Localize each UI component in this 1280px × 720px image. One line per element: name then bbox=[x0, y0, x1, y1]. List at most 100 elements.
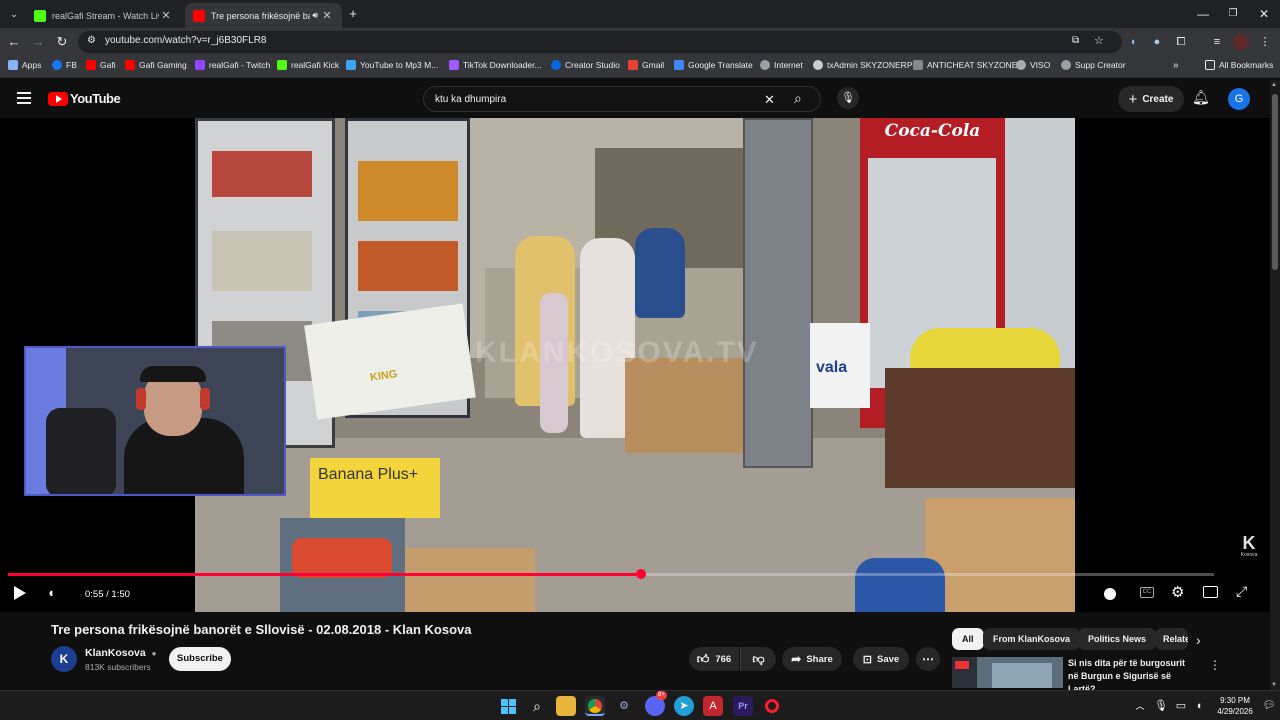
notifications-bell-icon[interactable]: 🔔︎ bbox=[1192, 89, 1210, 106]
chrome-taskbar-icon[interactable] bbox=[585, 696, 605, 716]
bookmark-viso[interactable]: VISO bbox=[1016, 60, 1050, 70]
network-tray-icon[interactable]: ▭ bbox=[1171, 696, 1191, 716]
extensions-puzzle-icon[interactable]: ⧠ bbox=[1173, 34, 1189, 50]
discord-icon[interactable]: 9+ bbox=[645, 691, 667, 716]
forward-icon[interactable]: → bbox=[28, 32, 48, 52]
tab-realgafi-stream[interactable]: realGafi Stream - Watch Live on Kick ✕ bbox=[26, 3, 181, 28]
like-button[interactable]: 👍︎ 766 bbox=[689, 647, 739, 671]
chrome-menu-icon[interactable]: ⋮ bbox=[1257, 34, 1273, 50]
audio-playing-icon[interactable]: 🔊︎ bbox=[312, 10, 318, 21]
bookmark-star-icon[interactable]: ☆ bbox=[1094, 34, 1104, 47]
telegram-icon[interactable]: ➤ bbox=[674, 696, 694, 716]
captions-icon[interactable]: CC bbox=[1140, 587, 1154, 598]
youtube-logo[interactable]: YouTube bbox=[48, 91, 121, 106]
scrollbar-thumb[interactable] bbox=[1272, 94, 1278, 270]
video-progress-bar[interactable] bbox=[8, 573, 1214, 576]
bookmark-apps[interactable]: Apps bbox=[8, 60, 41, 70]
bookmark-txadmin[interactable]: txAdmin SKYZONERP bbox=[813, 60, 913, 70]
hamburger-menu-icon[interactable] bbox=[17, 92, 31, 104]
bookmark-tiktok-downloader[interactable]: TikTok Downloader... bbox=[449, 60, 542, 70]
bookmark-supp-creator[interactable]: Supp Creator bbox=[1061, 60, 1126, 70]
close-window-icon[interactable]: ✕ bbox=[1249, 4, 1279, 24]
video-player[interactable]: Coca-Cola vala KING Banana Plus+ KLANKOS… bbox=[0, 118, 1270, 612]
opera-gx-icon[interactable] bbox=[762, 696, 782, 716]
chip-all[interactable]: All bbox=[952, 628, 984, 650]
file-explorer-icon[interactable] bbox=[556, 696, 576, 716]
voice-search-mic-icon[interactable]: 🎙︎ bbox=[837, 87, 859, 109]
microphone-tray-icon[interactable]: 🎙︎ bbox=[1151, 696, 1171, 716]
miniplayer-icon[interactable] bbox=[1203, 586, 1218, 598]
more-bookmarks-chevron-icon[interactable]: » bbox=[1173, 60, 1179, 71]
save-button[interactable]: ⊡ Save bbox=[853, 647, 909, 671]
recommended-thumbnail[interactable] bbox=[952, 657, 1063, 688]
address-bar[interactable]: ⚙︎ youtube.com/watch?v=r_j6B30FLR8 ⧉ ☆ bbox=[78, 31, 1122, 53]
headphones-right bbox=[200, 388, 210, 410]
profile-icon[interactable] bbox=[1233, 34, 1249, 50]
close-tab-icon[interactable]: ✕ bbox=[159, 9, 173, 22]
bookmark-google-translate[interactable]: Google Translate bbox=[674, 60, 753, 70]
play-icon[interactable] bbox=[14, 585, 28, 601]
bookmark-anticheat[interactable]: ANTICHEAT SKYZONE bbox=[913, 60, 1017, 70]
bookmark-gafi[interactable]: Gafi bbox=[86, 60, 116, 70]
close-tab-icon[interactable]: ✕ bbox=[320, 9, 334, 22]
recommended-more-icon[interactable]: ⋮ bbox=[1209, 658, 1221, 672]
chip-politics-news[interactable]: Politics News bbox=[1078, 628, 1157, 650]
more-actions-button[interactable]: ⋯ bbox=[916, 647, 940, 671]
url-text: youtube.com/watch?v=r_j6B30FLR8 bbox=[105, 35, 267, 46]
create-button[interactable]: + Create bbox=[1118, 86, 1184, 112]
extension-audio-icon[interactable]: ◖ bbox=[1125, 34, 1141, 50]
channel-name[interactable]: KlanKosova ● bbox=[85, 647, 156, 659]
taskbar-search-icon[interactable]: ⌕ bbox=[527, 696, 547, 716]
bookmark-gafi-gaming[interactable]: Gafi Gaming bbox=[125, 60, 187, 70]
tab-youtube-video[interactable]: Tre persona frikësojnë banorët e Sllovis… bbox=[185, 3, 342, 28]
channel-avatar[interactable]: K bbox=[51, 646, 77, 672]
dislike-button[interactable]: 👎︎ bbox=[740, 647, 776, 671]
tray-overflow-chevron-icon[interactable]: ︿ bbox=[1130, 696, 1150, 716]
chip-from-klankosova[interactable]: From KlanKosova bbox=[983, 628, 1081, 650]
bookmark-fb[interactable]: FB bbox=[52, 60, 77, 70]
share-button[interactable]: ➦ Share bbox=[782, 647, 842, 671]
bookmark-label: FB bbox=[66, 60, 77, 70]
account-avatar[interactable]: G bbox=[1228, 88, 1250, 110]
windows-start-icon[interactable] bbox=[498, 696, 518, 716]
settings-gear-icon[interactable]: ⚙︎ bbox=[1171, 583, 1184, 601]
adobe-app-icon[interactable]: A bbox=[703, 696, 723, 716]
bookmark-youtube-mp3[interactable]: YouTube to Mp3 M... bbox=[346, 60, 438, 70]
system-clock[interactable]: 9:30 PM 4/29/2026 bbox=[1212, 695, 1258, 717]
bookmark-realgafi-twitch[interactable]: realGafi - Twitch bbox=[195, 60, 270, 70]
reload-icon[interactable]: ↻ bbox=[52, 32, 72, 52]
site-info-icon[interactable]: ⚙︎ bbox=[87, 35, 96, 46]
chip-related[interactable]: Related bbox=[1155, 628, 1188, 650]
volume-tray-icon[interactable]: ◖ bbox=[1189, 696, 1209, 716]
media-controls-icon[interactable]: ≡ bbox=[1209, 34, 1225, 50]
bookmark-realgafi-kick[interactable]: realGafi Kick bbox=[277, 60, 339, 70]
minimize-icon[interactable]: — bbox=[1188, 4, 1218, 24]
subscribe-button[interactable]: Subscribe bbox=[169, 647, 231, 671]
volume-icon[interactable]: ◖ bbox=[47, 585, 55, 600]
fullscreen-icon[interactable]: ⤢ bbox=[1236, 583, 1247, 600]
restore-icon[interactable]: ❐ bbox=[1218, 4, 1248, 24]
notification-center-icon[interactable]: 💬︎ bbox=[1259, 696, 1279, 716]
bookmark-label: realGafi - Twitch bbox=[209, 60, 271, 70]
tab-title: realGafi Stream - Watch Live on Kick bbox=[52, 10, 159, 21]
search-icon[interactable]: ⌕ bbox=[794, 90, 802, 107]
new-tab-icon[interactable]: + bbox=[343, 4, 363, 24]
autoplay-toggle-icon[interactable] bbox=[1104, 588, 1116, 600]
all-bookmarks-folder[interactable]: All Bookmarks bbox=[1205, 60, 1273, 70]
back-icon[interactable]: ← bbox=[4, 32, 24, 52]
chips-next-chevron-icon[interactable]: › bbox=[1196, 632, 1201, 648]
extension-vpn-icon[interactable]: ● bbox=[1149, 34, 1165, 50]
install-app-icon[interactable]: ⧉ bbox=[1072, 35, 1079, 46]
premiere-pro-icon[interactable]: Pr bbox=[733, 696, 753, 716]
bookmark-gmail[interactable]: Gmail bbox=[628, 60, 664, 70]
tab-search-chevron-icon[interactable]: ⌄ bbox=[4, 4, 24, 24]
scroll-up-icon[interactable]: ▲ bbox=[1271, 82, 1277, 88]
clear-search-icon[interactable]: ✕ bbox=[764, 92, 775, 108]
search-input[interactable]: ktu ka dhumpira ✕ ⌕ bbox=[423, 86, 821, 112]
page-scrollbar[interactable]: ▲ ▼ bbox=[1270, 80, 1280, 692]
steam-icon[interactable]: ⚙︎ bbox=[614, 696, 634, 716]
bookmark-creator-studio[interactable]: Creator Studio bbox=[551, 60, 620, 70]
channel-watermark[interactable]: K Kosova bbox=[1239, 534, 1259, 558]
bookmark-internet[interactable]: Internet bbox=[760, 60, 803, 70]
scroll-down-icon[interactable]: ▼ bbox=[1271, 682, 1277, 688]
